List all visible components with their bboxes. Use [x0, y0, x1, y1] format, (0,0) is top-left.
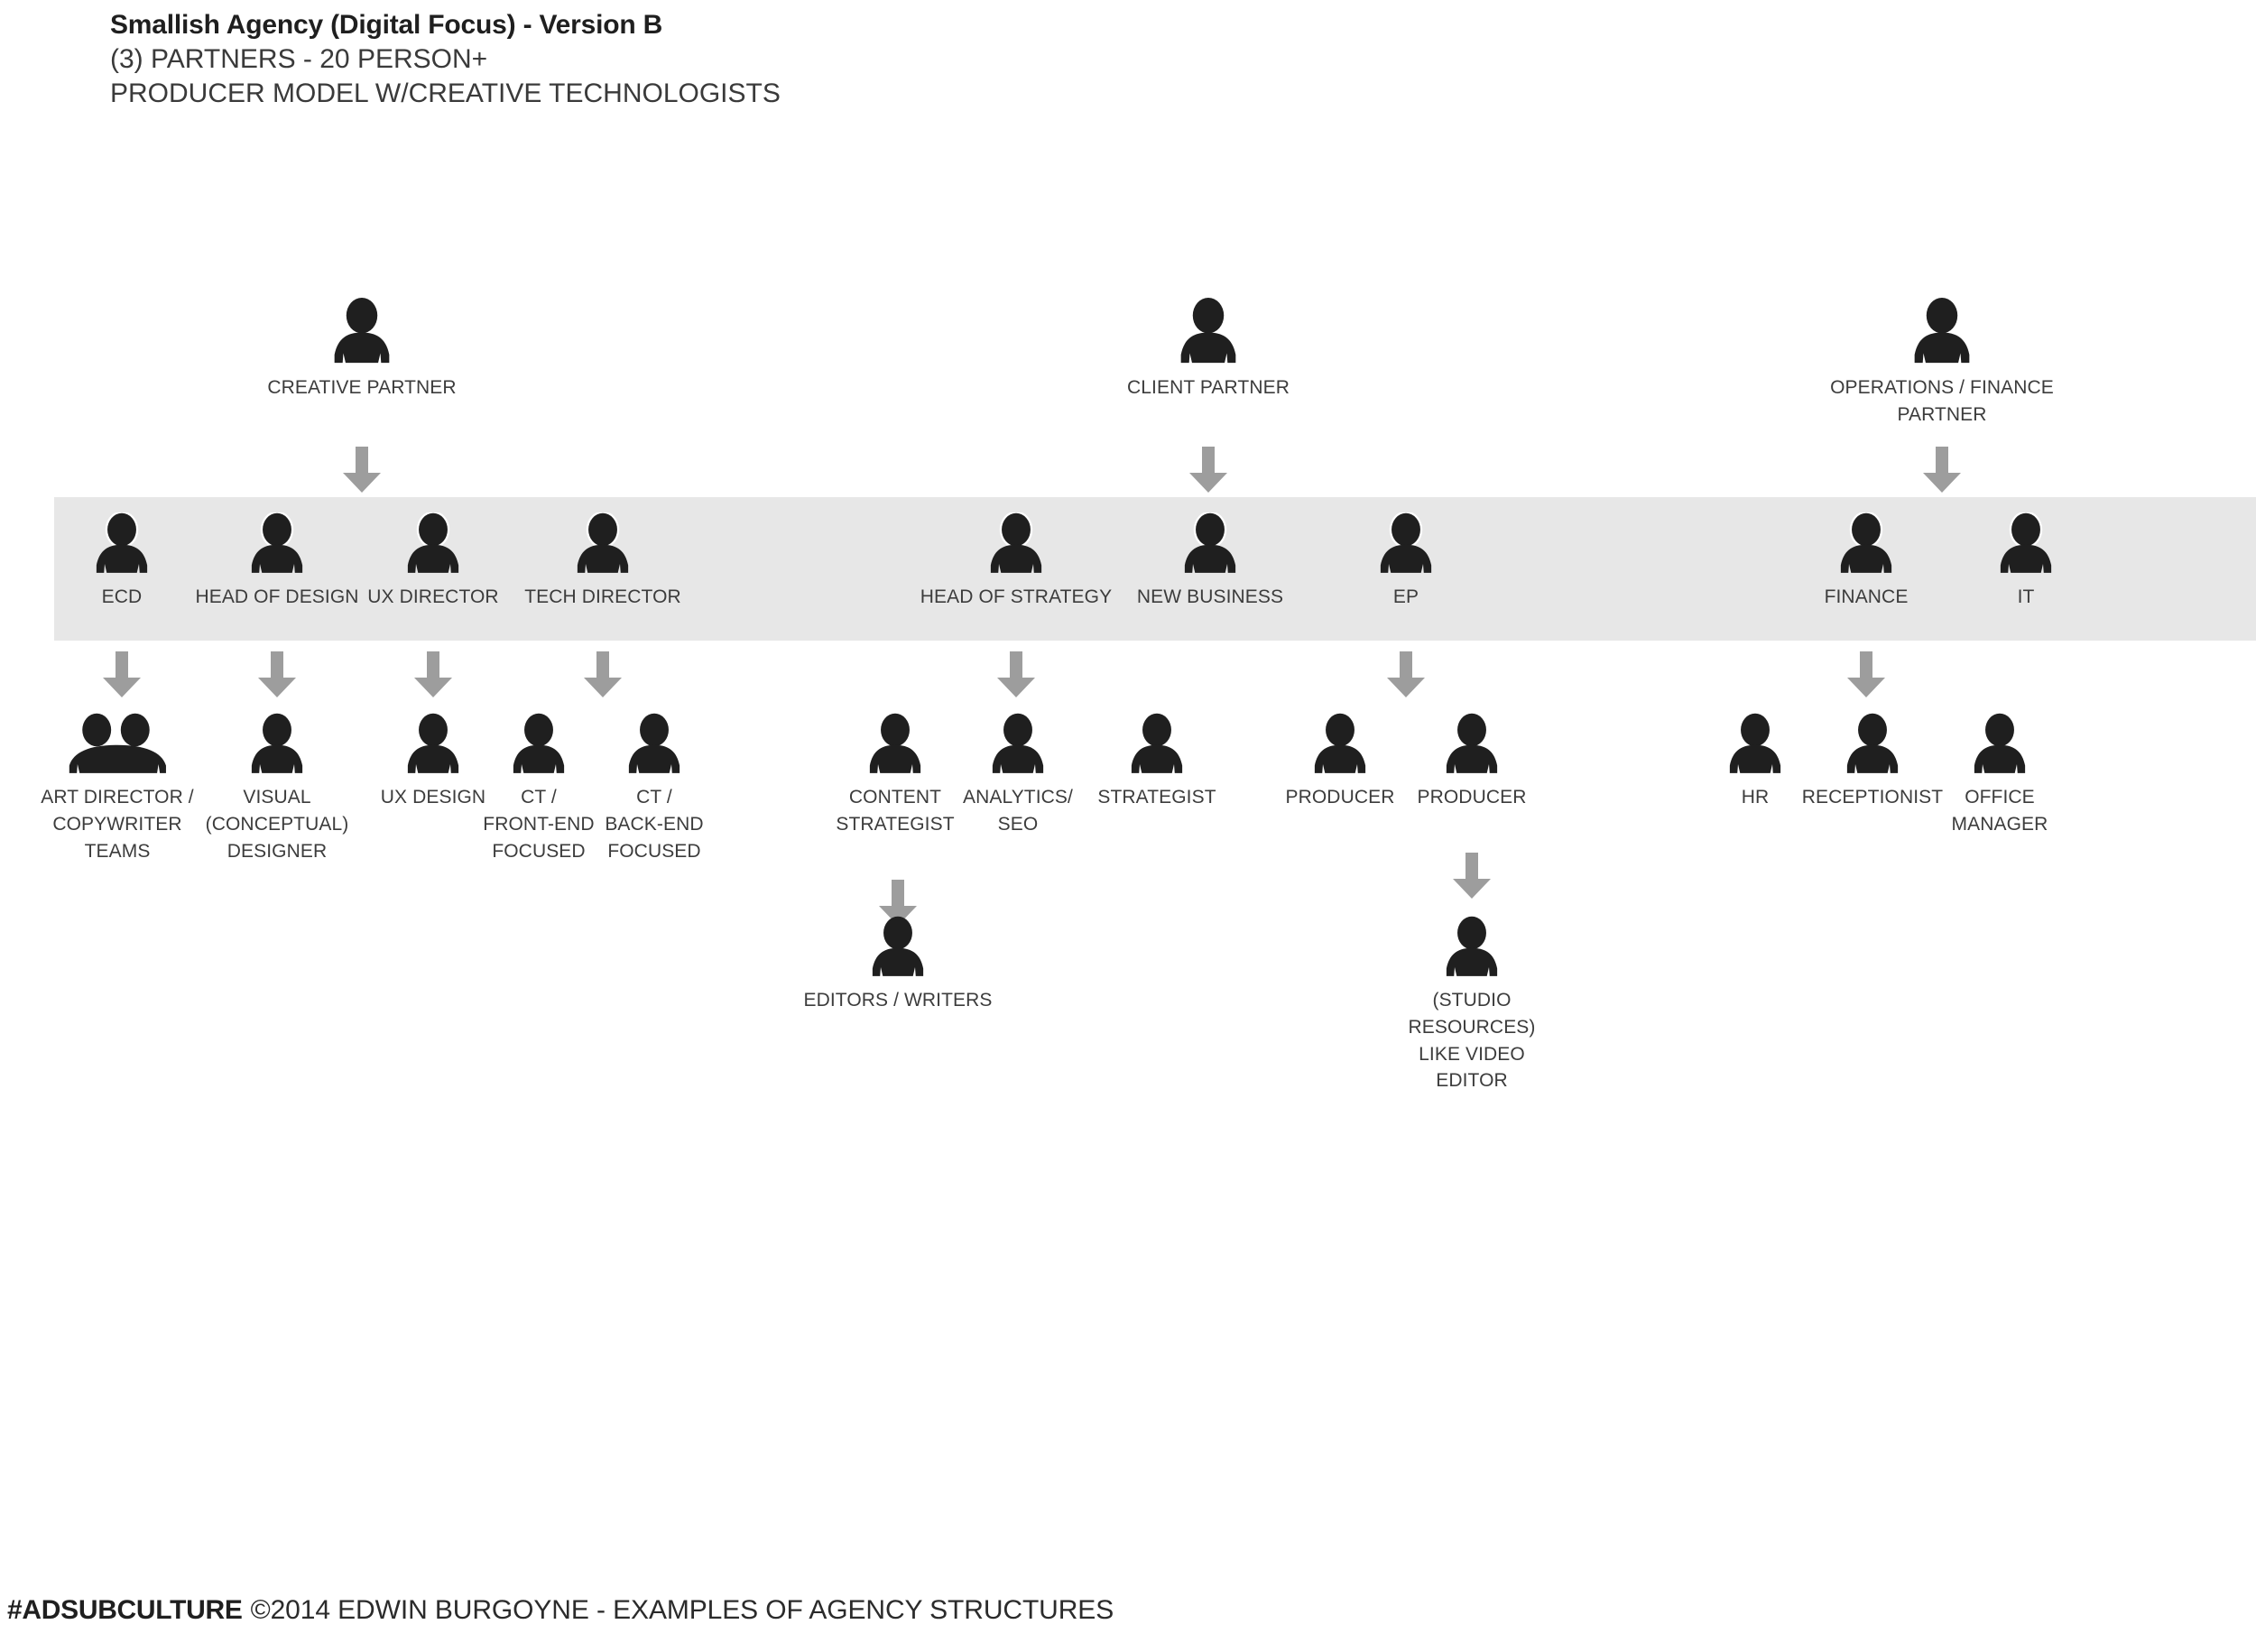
node-label: CLIENT PARTNER: [1127, 377, 1290, 398]
node-label-line-3: LIKE VIDEO: [1419, 1043, 1525, 1065]
node-label: CREATIVE PARTNER: [267, 377, 457, 398]
arrow-client-partner-down: [1188, 447, 1228, 498]
person-single-icon: [1914, 298, 1970, 364]
node-operations-finance-partner[interactable]: OPERATIONS / FINANCE PARTNER: [1752, 298, 2131, 429]
arrow-ecd-down: [102, 651, 142, 703]
node-ep[interactable]: EP: [1271, 512, 1541, 611]
arrow-down-icon: [1387, 651, 1425, 697]
arrow-down-icon: [414, 651, 452, 697]
subtitle-line-2: PRODUCER MODEL W/CREATIVE TECHNOLOGISTS: [110, 78, 781, 109]
page-title: Smallish Agency (Digital Focus) - Versio…: [110, 10, 663, 40]
node-label-line-3: FOCUSED: [607, 840, 701, 862]
person-single-icon: [513, 713, 565, 773]
node-producer-2[interactable]: PRODUCER: [1391, 713, 1553, 811]
node-label-line-1: VISUAL: [243, 787, 311, 808]
header: Smallish Agency (Digital Focus) - Versio…: [110, 7, 1554, 112]
node-ct-back-end[interactable]: CT / BACK-END FOCUSED: [582, 713, 726, 864]
node-analytics-seo[interactable]: ANALYTICS/ SEO: [950, 713, 1086, 838]
arrow-creative-partner-down: [342, 447, 382, 498]
node-label: EP: [1392, 586, 1419, 607]
arrow-ux-director-down: [413, 651, 453, 703]
arrow-head-of-design-down: [257, 651, 297, 703]
arrow-down-icon: [1923, 447, 1961, 493]
arrow-down-icon: [103, 651, 141, 697]
person-single-icon: [992, 713, 1044, 773]
node-label-line-1: OFFICE: [1965, 787, 2035, 808]
node-client-partner[interactable]: CLIENT PARTNER: [1019, 298, 1398, 401]
node-label-line-2: PARTNER: [1897, 403, 1987, 425]
footer-brand: #ADSUBCULTURE: [7, 1595, 243, 1625]
person-single-icon: [577, 512, 629, 573]
node-office-manager[interactable]: OFFICE MANAGER: [1923, 713, 2076, 838]
node-visual-conceptual-designer[interactable]: VISUAL (CONCEPTUAL) DESIGNER: [196, 713, 358, 864]
arrow-tech-director-down: [583, 651, 623, 703]
person-single-icon: [628, 713, 680, 773]
node-label-line-1: ART DIRECTOR /: [41, 787, 194, 808]
arrow-down-icon: [1453, 853, 1491, 899]
arrow-down-icon: [584, 651, 622, 697]
arrow-down-icon: [997, 651, 1035, 697]
node-label-line-3: DESIGNER: [227, 840, 328, 862]
node-label-line-1: PRODUCER: [1417, 787, 1527, 808]
person-single-icon: [872, 916, 924, 976]
node-label-line-2: MANAGER: [1951, 813, 2048, 835]
node-label-line-1: ANALYTICS/: [963, 787, 1073, 808]
arrow-finance-down: [1846, 651, 1886, 703]
person-single-icon: [1974, 713, 2026, 773]
person-single-icon: [2000, 512, 2052, 573]
person-single-icon: [990, 512, 1042, 573]
node-tech-director[interactable]: TECH DIRECTOR: [467, 512, 738, 611]
node-studio-resources[interactable]: (STUDIO RESOURCES) LIKE VIDEO EDITOR: [1382, 916, 1562, 1094]
person-single-icon: [1380, 512, 1432, 573]
footer: #ADSUBCULTURE ©2014 EDWIN BURGOYNE - EXAM…: [7, 1595, 1114, 1626]
arrow-operations-partner-down: [1922, 447, 1962, 498]
node-label-line-2: COPYWRITER: [52, 813, 182, 835]
person-single-icon: [1180, 298, 1236, 364]
node-label-line-2: (CONCEPTUAL): [205, 813, 349, 835]
person-single-icon: [1446, 713, 1498, 773]
node-label: IT: [2017, 586, 2035, 607]
footer-credit: ©2014 EDWIN BURGOYNE - EXAMPLES OF AGENC…: [250, 1595, 1114, 1625]
person-single-icon: [869, 713, 921, 773]
node-art-director-copywriter-teams[interactable]: ART DIRECTOR / COPYWRITER TEAMS: [18, 713, 217, 864]
person-single-icon: [1846, 713, 1899, 773]
person-single-icon: [334, 298, 390, 364]
node-editors-writers[interactable]: EDITORS / WRITERS: [754, 916, 1042, 1014]
person-pair-icon: [69, 713, 166, 773]
arrow-down-icon: [258, 651, 296, 697]
node-label-line-1: OPERATIONS / FINANCE: [1830, 377, 2054, 398]
node-label: TECH DIRECTOR: [524, 586, 681, 607]
node-creative-partner[interactable]: CREATIVE PARTNER: [172, 298, 551, 401]
node-strategist[interactable]: STRATEGIST: [1071, 713, 1243, 811]
arrow-producer-2-down: [1452, 853, 1492, 904]
person-single-icon: [1131, 713, 1183, 773]
arrow-down-icon: [1847, 651, 1885, 697]
arrow-down-icon: [343, 447, 381, 493]
arrow-down-icon: [1189, 447, 1227, 493]
subtitle-line-1: (3) PARTNERS - 20 PERSON+: [110, 44, 488, 74]
person-single-icon: [1314, 713, 1366, 773]
person-single-icon: [1446, 916, 1498, 976]
node-label-line-2: BACK-END: [605, 813, 704, 835]
person-single-icon: [407, 713, 459, 773]
org-chart-page: Smallish Agency (Digital Focus) - Versio…: [0, 0, 2256, 1652]
node-label-line-2: RESOURCES): [1408, 1016, 1536, 1038]
person-single-icon: [251, 713, 303, 773]
node-label-line-3: TEAMS: [84, 840, 151, 862]
node-label-line-4: EDITOR: [1436, 1070, 1508, 1092]
person-single-icon: [407, 512, 459, 573]
node-label-line-2: SEO: [997, 813, 1039, 835]
arrow-ep-down: [1386, 651, 1426, 703]
node-label-line-1: STRATEGIST: [1097, 787, 1216, 808]
node-label-line-1: (STUDIO: [1432, 990, 1512, 1011]
node-it[interactable]: IT: [1891, 512, 2161, 611]
arrow-head-of-strategy-down: [996, 651, 1036, 703]
node-label-line-1: EDITORS / WRITERS: [803, 990, 993, 1011]
node-label-line-1: CT /: [636, 787, 672, 808]
person-single-icon: [1729, 713, 1781, 773]
person-single-icon: [1184, 512, 1236, 573]
